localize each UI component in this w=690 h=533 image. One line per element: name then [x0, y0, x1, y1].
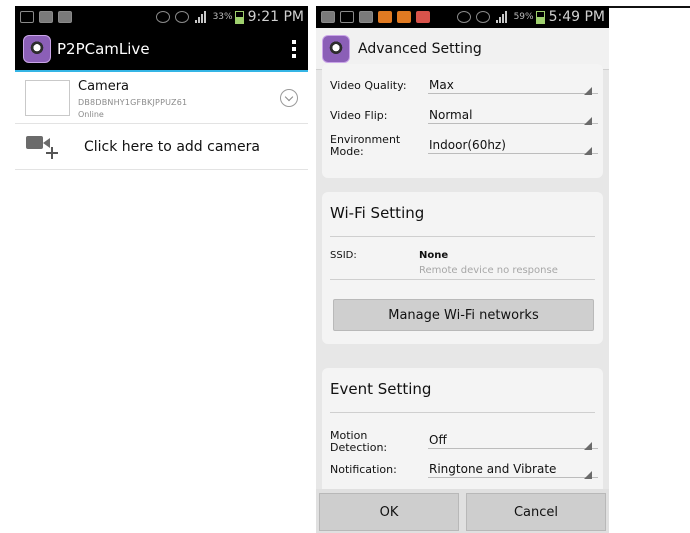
alarm-icon — [155, 11, 170, 23]
alert-icon — [416, 11, 430, 23]
notification-value: Ringtone and Vibrate — [429, 462, 557, 476]
gallery-icon — [321, 11, 335, 23]
status-time: 9:21 PM — [247, 9, 304, 25]
motion-detection-value: Off — [429, 433, 447, 447]
notification-icon — [340, 11, 354, 23]
app-notification-icon — [378, 11, 392, 23]
camera-status: Online — [78, 110, 104, 119]
left-action-bar: P2PCamLive — [15, 28, 308, 70]
event-setting-title: Event Setting — [330, 380, 432, 398]
overflow-menu-icon[interactable] — [292, 40, 296, 58]
video-flip-value: Normal — [429, 108, 473, 122]
app-title: P2PCamLive — [57, 40, 150, 58]
video-flip-label: Video Flip: — [330, 109, 388, 122]
wifi-setting-title: Wi-Fi Setting — [330, 204, 425, 222]
manage-wifi-button[interactable]: Manage Wi-Fi networks — [333, 299, 594, 331]
ssid-status-note: Remote device no response — [419, 265, 558, 276]
notification-label: Notification: — [330, 463, 397, 476]
wifi-icon — [475, 11, 490, 23]
dropdown-arrow-icon — [584, 442, 592, 450]
ok-button[interactable]: OK — [319, 493, 459, 531]
camera-id: DB8DBNHY1GFBKJPPUZ61 — [78, 98, 188, 107]
app-logo-icon — [23, 35, 51, 63]
camera-name: Camera — [78, 79, 130, 94]
notification-icon — [20, 11, 34, 23]
top-rule — [608, 6, 690, 8]
add-camera-row[interactable]: Click here to add camera — [15, 124, 308, 170]
section-divider — [330, 412, 595, 413]
environment-mode-value: Indoor(60hz) — [429, 138, 506, 152]
dropdown-arrow-icon — [584, 147, 592, 155]
dropdown-arrow-icon — [584, 471, 592, 479]
tools-icon — [397, 11, 411, 23]
ssid-value: None — [419, 250, 449, 261]
motion-detection-select[interactable] — [428, 433, 598, 449]
battery-percent: 33% — [212, 12, 233, 22]
screen-title: Advanced Setting — [358, 40, 482, 57]
event-setting-card: Event Setting Motion Detection: Off Noti… — [322, 368, 603, 498]
signal-icon — [194, 11, 207, 23]
download-icon — [58, 11, 72, 23]
wifi-setting-card: Wi-Fi Setting SSID: None Remote device n… — [322, 192, 603, 344]
battery-icon — [535, 10, 545, 24]
screenshot-page: 33% 9:21 PM P2PCamLive Camera DB8DBNHY1G… — [0, 0, 690, 533]
left-phone-screen: 33% 9:21 PM P2PCamLive Camera DB8DBNHY1G… — [15, 6, 308, 176]
section-divider — [330, 236, 595, 237]
dropdown-arrow-icon — [584, 87, 592, 95]
left-status-bar: 33% 9:21 PM — [15, 6, 308, 28]
video-quality-value: Max — [429, 78, 454, 92]
alarm-icon — [456, 11, 471, 23]
battery-icon — [234, 10, 244, 24]
section-divider — [330, 279, 595, 280]
video-quality-label: Video Quality: — [330, 79, 407, 92]
app-logo-icon — [322, 34, 350, 63]
image-icon — [359, 11, 373, 23]
status-time: 5:49 PM — [548, 9, 605, 25]
signal-icon — [495, 11, 508, 23]
dropdown-arrow-icon — [584, 117, 592, 125]
image-icon — [39, 11, 53, 23]
cancel-button[interactable]: Cancel — [466, 493, 606, 531]
environment-mode-label: Environment Mode: — [330, 133, 401, 158]
motion-detection-label: Motion Detection: — [330, 429, 388, 454]
add-camera-label: Click here to add camera — [84, 139, 260, 155]
camera-thumbnail — [25, 80, 70, 116]
add-video-camera-icon — [26, 134, 58, 159]
right-phone-screen: 59% 5:49 PM Advanced Setting Video Quali… — [316, 6, 609, 533]
camera-list-item[interactable]: Camera DB8DBNHY1GFBKJPPUZ61 Online — [15, 72, 308, 124]
wifi-icon — [174, 11, 189, 23]
ssid-label: SSID: — [330, 250, 357, 261]
dialog-footer: OK Cancel — [316, 489, 609, 533]
camera-options-icon[interactable] — [280, 89, 298, 107]
right-status-bar: 59% 5:49 PM — [316, 6, 609, 28]
video-setting-card: Video Quality: Max Video Flip: Normal En… — [322, 64, 603, 178]
battery-percent: 59% — [513, 12, 534, 22]
